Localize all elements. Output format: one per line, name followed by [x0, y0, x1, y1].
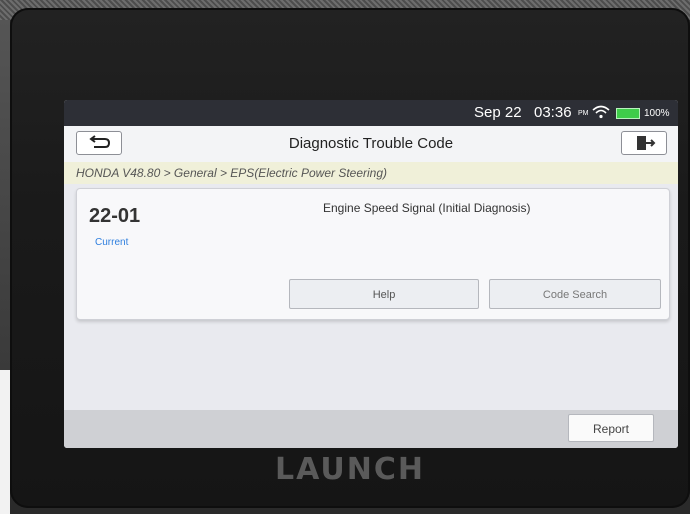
- bottom-bar: Report: [64, 410, 678, 448]
- status-bar: Sep 22 03:36 PM 100%: [64, 100, 678, 126]
- title-bar: Diagnostic Trouble Code: [64, 126, 678, 163]
- report-button[interactable]: Report: [568, 414, 654, 442]
- page-title: Diagnostic Trouble Code: [288, 135, 454, 152]
- status-time: 03:36: [534, 104, 572, 121]
- exit-icon: [637, 136, 656, 150]
- device-bezel: Sep 22 03:36 PM 100% Diagnostic Trouble: [10, 8, 690, 508]
- background-left: [0, 20, 10, 370]
- status-ampm: PM: [578, 110, 589, 117]
- device-screen: Sep 22 03:36 PM 100% Diagnostic Trouble: [64, 100, 678, 448]
- exit-button[interactable]: [621, 131, 667, 155]
- code-search-button[interactable]: Code Search: [489, 279, 661, 309]
- breadcrumb: HONDA V48.80 > General > EPS(Electric Po…: [64, 162, 678, 184]
- dtc-status: Current: [95, 237, 129, 248]
- dtc-card: 22-01 Current Engine Speed Signal (Initi…: [76, 188, 670, 320]
- help-button[interactable]: Help: [289, 279, 479, 309]
- dtc-code: 22-01: [89, 205, 141, 227]
- status-date: Sep 22: [474, 104, 522, 121]
- device-brand-logo: LAUNCH: [274, 452, 425, 487]
- battery-percent: 100%: [644, 108, 670, 119]
- dtc-description: Engine Speed Signal (Initial Diagnosis): [323, 201, 531, 215]
- wifi-icon: [592, 105, 610, 119]
- battery-icon: [616, 108, 640, 119]
- background-left-bottom: [0, 370, 10, 514]
